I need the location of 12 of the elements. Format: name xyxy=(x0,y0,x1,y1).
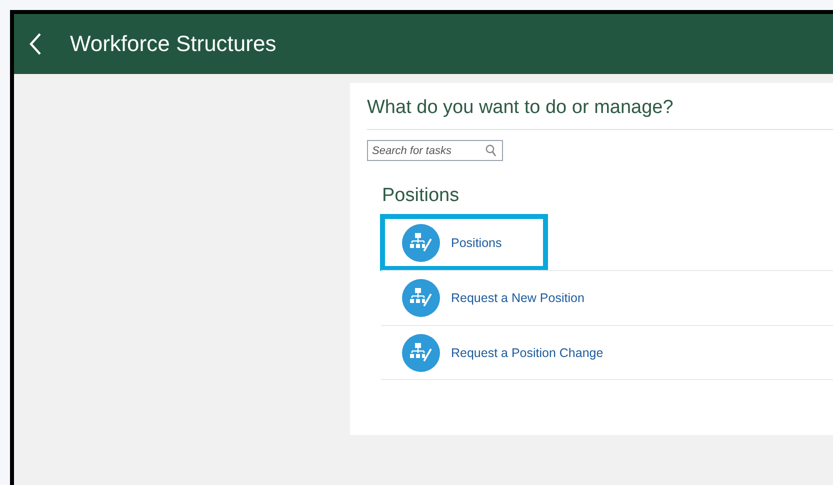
task-item[interactable]: Request a New Position xyxy=(381,270,833,325)
task-item[interactable]: Positions xyxy=(381,215,547,270)
search-field[interactable]: Search for tasks xyxy=(367,140,503,161)
org-chart-icon xyxy=(402,279,440,317)
task-item[interactable]: Request a Position Change xyxy=(381,325,833,380)
section-heading: Positions xyxy=(382,185,460,208)
search-icon xyxy=(485,144,497,157)
org-chart-icon xyxy=(402,224,440,262)
org-chart-icon xyxy=(402,334,440,372)
back-icon xyxy=(28,32,42,56)
panel-heading: What do you want to do or manage? xyxy=(367,97,833,130)
page-title: Workforce Structures xyxy=(70,31,276,57)
